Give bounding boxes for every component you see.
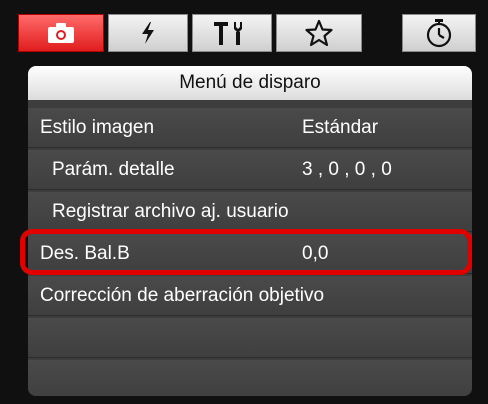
tab-timer[interactable] bbox=[402, 14, 476, 52]
menu-item-label: Parám. detalle bbox=[52, 159, 175, 180]
menu-item-detail-settings[interactable]: Parám. detalle 3 , 0 , 0 , 0 bbox=[28, 150, 472, 190]
menu-item-value: 3 , 0 , 0 , 0 bbox=[302, 159, 392, 180]
menu-item-label: Corrección de aberración objetivo bbox=[40, 285, 325, 306]
menu-item-picture-style[interactable]: Estilo imagen Estándar bbox=[28, 108, 472, 148]
tab-shooting[interactable] bbox=[18, 14, 104, 52]
menu-item-register-user-file[interactable]: Registrar archivo aj. usuario bbox=[28, 192, 472, 232]
menu-item-label: Estilo imagen bbox=[40, 117, 155, 138]
menu-item-lens-aberration[interactable]: Corrección de aberración objetivo bbox=[28, 276, 472, 316]
menu-title: Menú de disparo bbox=[28, 66, 472, 100]
menu-panel: Menú de disparo Estilo imagen Estándar P… bbox=[28, 66, 472, 396]
timer-icon bbox=[425, 18, 453, 48]
tools-icon bbox=[212, 20, 252, 46]
tab-tools[interactable] bbox=[192, 14, 272, 52]
menu-item-label: Registrar archivo aj. usuario bbox=[52, 201, 289, 222]
tab-my-menu[interactable] bbox=[276, 14, 362, 52]
star-icon bbox=[304, 19, 334, 47]
menu-item-wb-shift[interactable]: Des. Bal.B 0,0 bbox=[28, 234, 472, 274]
flash-icon bbox=[138, 21, 158, 45]
camera-settings-window: Menú de disparo Estilo imagen Estándar P… bbox=[0, 0, 488, 404]
menu-item-value: 0,0 bbox=[302, 243, 329, 264]
camera-icon bbox=[46, 22, 76, 44]
menu-item-value: Estándar bbox=[302, 117, 379, 138]
tab-flash[interactable] bbox=[108, 14, 188, 52]
menu-item-label: Des. Bal.B bbox=[40, 243, 130, 264]
menu-empty-row bbox=[28, 360, 472, 396]
menu-empty-row bbox=[28, 318, 472, 358]
